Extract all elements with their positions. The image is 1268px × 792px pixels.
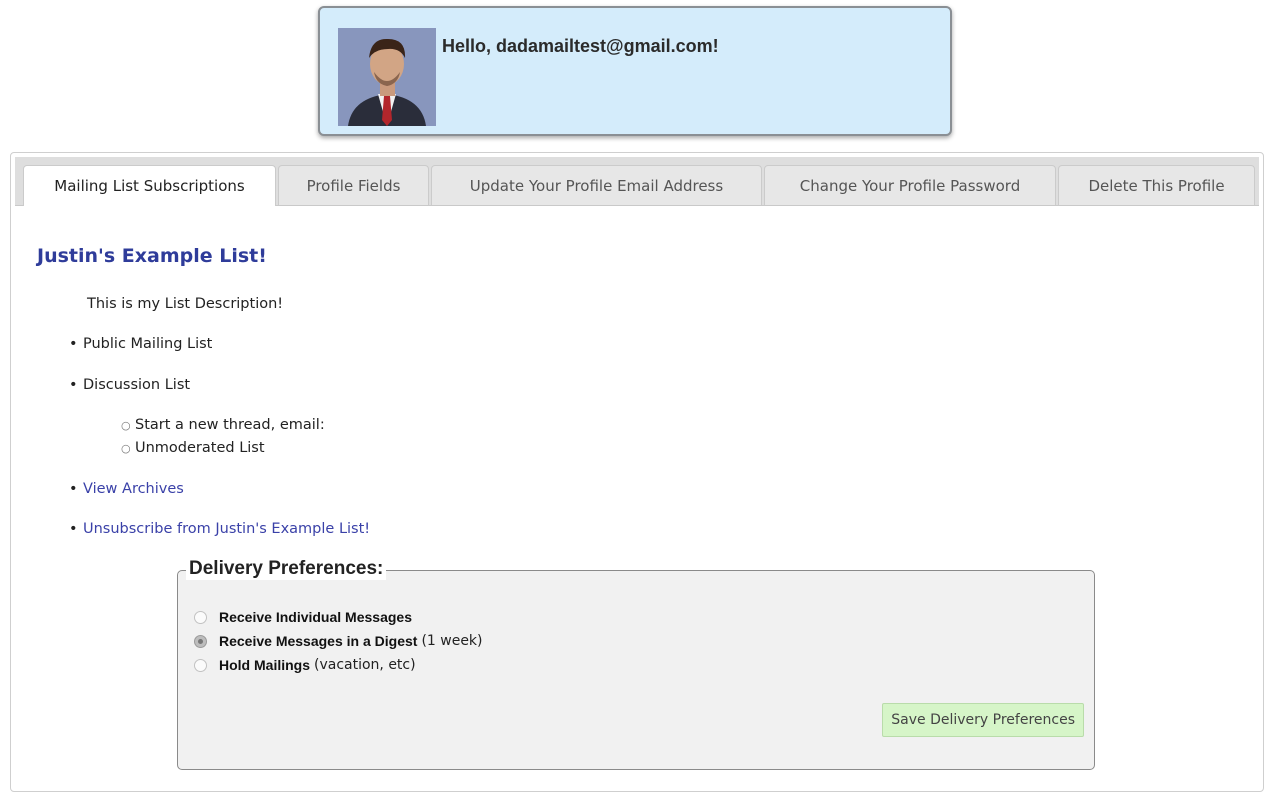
list-description: This is my List Description! xyxy=(87,296,284,312)
delivery-option-hold[interactable]: Hold Mailings (vacation, etc) xyxy=(194,657,416,673)
view-archives-link[interactable]: View Archives xyxy=(83,481,184,497)
radio-button[interactable] xyxy=(194,658,207,672)
greeting-text: Hello, dadamailtest@gmail.com! xyxy=(442,36,719,56)
list-item: • Discussion List xyxy=(69,377,191,393)
tab-change-password[interactable]: Change Your Profile Password xyxy=(764,165,1056,205)
avatar xyxy=(338,28,436,126)
radio-button[interactable] xyxy=(194,634,207,648)
list-item: • Unsubscribe from Justin's Example List! xyxy=(69,521,370,537)
radio-button[interactable] xyxy=(194,610,207,624)
list-item: • View Archives xyxy=(69,481,184,497)
tab-bar: Mailing List Subscriptions Profile Field… xyxy=(15,157,1259,206)
avatar-photo-icon xyxy=(338,28,436,126)
tab-delete-profile[interactable]: Delete This Profile xyxy=(1058,165,1255,205)
tab-mailing-list-subscriptions[interactable]: Mailing List Subscriptions xyxy=(23,165,276,206)
sub-list-item: ○ Start a new thread, email: xyxy=(121,417,325,433)
bullet-icon: • xyxy=(69,336,78,352)
bullet-icon: • xyxy=(69,481,78,497)
sub-list-item: ○ Unmoderated List xyxy=(121,440,265,456)
delivery-preferences-fieldset: Delivery Preferences: Receive Individual… xyxy=(177,558,1095,770)
delivery-option-digest[interactable]: Receive Messages in a Digest (1 week) xyxy=(194,633,483,649)
tab-update-email[interactable]: Update Your Profile Email Address xyxy=(431,165,762,205)
profile-panel: Mailing List Subscriptions Profile Field… xyxy=(10,152,1264,792)
save-delivery-preferences-button[interactable]: Save Delivery Preferences xyxy=(882,703,1084,737)
bullet-icon: • xyxy=(69,521,78,537)
unsubscribe-link[interactable]: Unsubscribe from Justin's Example List! xyxy=(83,521,370,537)
circle-bullet-icon: ○ xyxy=(121,442,131,455)
tab-profile-fields[interactable]: Profile Fields xyxy=(278,165,429,205)
delivery-preferences-legend: Delivery Preferences: xyxy=(186,558,387,580)
circle-bullet-icon: ○ xyxy=(121,419,131,432)
list-title: Justin's Example List! xyxy=(37,245,267,267)
list-item: • Public Mailing List xyxy=(69,336,213,352)
greeting-card: Hello, dadamailtest@gmail.com! xyxy=(318,6,952,136)
delivery-option-individual[interactable]: Receive Individual Messages xyxy=(194,609,412,625)
bullet-icon: • xyxy=(69,377,78,393)
